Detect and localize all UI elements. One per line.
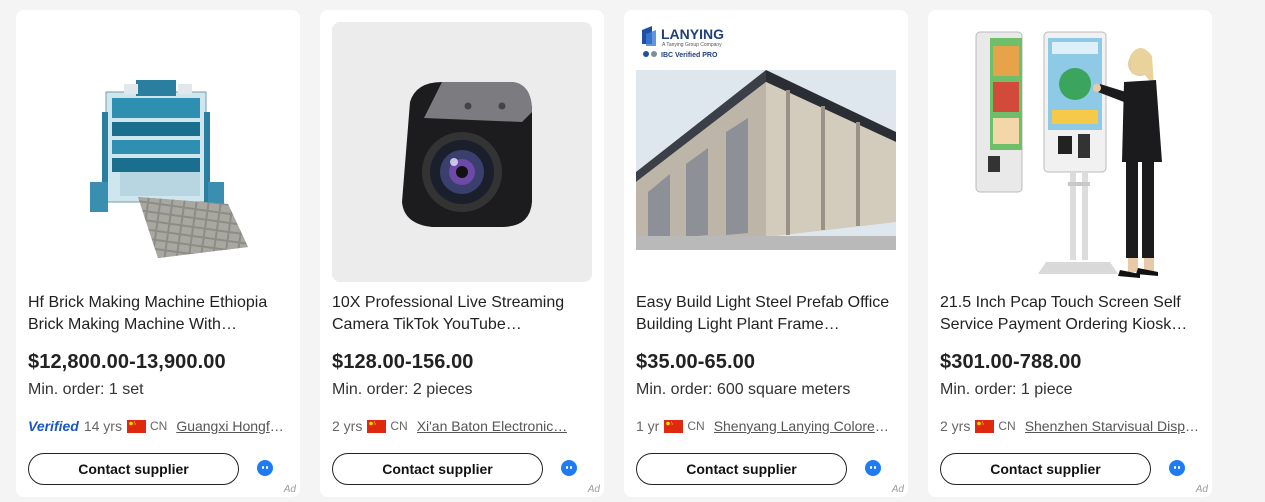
supplier-info: 2 yrs CN Xi'an Baton Electronic… [332,416,594,436]
country-code: CN [390,419,408,433]
supplier-name-link[interactable]: Shenzhen Starvisual Displa… [1025,418,1202,434]
supplier-name-link[interactable]: Guangxi Hongfa… [176,418,288,434]
country-code: CN [687,419,705,433]
svg-text:IBC Verified PRO: IBC Verified PRO [661,52,718,59]
chat-bubble-icon[interactable] [865,460,881,476]
ad-label: Ad [283,484,296,495]
product-title[interactable]: 21.5 Inch Pcap Touch Screen Self Service… [940,292,1200,336]
min-order: Min. order: 600 square meters [636,381,851,398]
supplier-years: 1 yr [636,418,660,434]
chat-bubble-icon[interactable] [257,460,273,476]
min-order: Min. order: 2 pieces [332,381,473,398]
product-price: $128.00-156.00 [332,351,474,373]
supplier-info: 1 yr CN Shenyang Lanying Colored… [636,416,898,436]
cn-flag-icon [975,419,995,433]
brick-making-machine-image[interactable] [28,22,288,282]
chat-bubble-icon[interactable] [1169,460,1185,476]
payment-kiosk-image[interactable] [940,22,1200,282]
svg-text:LANYING: LANYING [661,26,724,42]
ad-label: Ad [891,484,904,495]
supplier-name-link[interactable]: Xi'an Baton Electronic… [417,418,568,434]
product-price: $12,800.00-13,900.00 [28,351,226,373]
steel-prefab-building-image[interactable]: LANYING A Tanying Group Company IBC Veri… [636,22,896,282]
verified-badge: Verified [28,418,79,434]
supplier-info: 2 yrs CN Shenzhen Starvisual Displa… [940,416,1202,436]
supplier-years: 2 yrs [940,418,971,434]
chat-bubble-icon[interactable] [561,460,577,476]
product-title[interactable]: 10X Professional Live Streaming Camera T… [332,292,592,336]
cn-flag-icon [126,419,146,433]
product-title[interactable]: Hf Brick Making Machine Ethiopia Brick M… [28,292,288,336]
contact-supplier-button[interactable]: Contact supplier [332,453,543,485]
ad-label: Ad [587,484,600,495]
cn-flag-icon [367,419,387,433]
product-card[interactable]: 21.5 Inch Pcap Touch Screen Self Service… [928,10,1212,497]
product-card[interactable]: 10X Professional Live Streaming Camera T… [320,10,604,497]
min-order: Min. order: 1 piece [940,381,1073,398]
supplier-name-link[interactable]: Shenyang Lanying Colored… [714,418,892,434]
country-code: CN [149,419,168,433]
streaming-camera-image[interactable] [332,22,592,282]
supplier-info: Verified 14 yrs CN Guangxi Hongfa… [28,416,290,436]
min-order: Min. order: 1 set [28,381,144,398]
contact-supplier-button[interactable]: Contact supplier [940,453,1151,485]
product-grid: Hf Brick Making Machine Ethiopia Brick M… [0,0,1265,502]
supplier-years: 2 yrs [332,418,363,434]
country-code: CN [998,419,1016,433]
contact-supplier-button[interactable]: Contact supplier [636,453,847,485]
product-card[interactable]: LANYING A Tanying Group Company IBC Veri… [624,10,908,497]
supplier-years: 14 yrs [83,418,122,434]
product-price: $301.00-788.00 [940,351,1082,373]
product-price: $35.00-65.00 [636,351,756,373]
contact-supplier-button[interactable]: Contact supplier [28,453,239,485]
product-card[interactable]: Hf Brick Making Machine Ethiopia Brick M… [16,10,300,497]
ad-label: Ad [1195,484,1208,495]
lanying-logo: LANYING A Tanying Group Company IBC Veri… [642,26,724,59]
svg-text:A Tanying Group Company: A Tanying Group Company [662,42,722,48]
cn-flag-icon [664,419,684,433]
product-title[interactable]: Easy Build Light Steel Prefab Office Bui… [636,292,896,336]
